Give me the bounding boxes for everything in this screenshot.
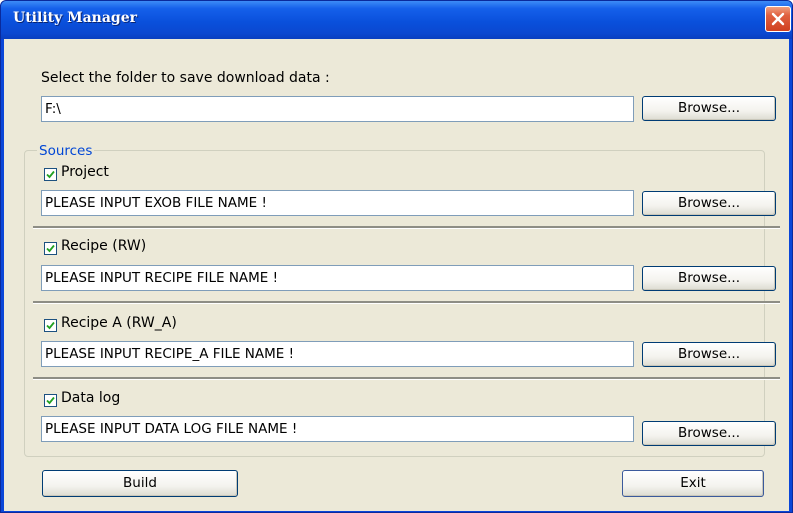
close-icon	[771, 12, 785, 26]
section-separator	[33, 226, 780, 229]
sources-group-label: Sources	[37, 143, 95, 159]
data-log-label: Data log	[61, 390, 121, 406]
data-log-checkbox[interactable]	[44, 394, 57, 407]
recipe-a-browse-button[interactable]: Browse...	[642, 342, 776, 367]
data-log-browse-button[interactable]: Browse...	[642, 421, 776, 446]
section-separator	[33, 301, 780, 304]
recipe-rw-label: Recipe (RW)	[61, 238, 147, 254]
recipe-rw-browse-button[interactable]: Browse...	[642, 266, 776, 291]
recipe-rw-checkbox[interactable]	[44, 242, 57, 255]
recipe-a-file-field[interactable]: PLEASE INPUT RECIPE_A FILE NAME !	[41, 341, 634, 367]
utility-manager-window: Utility Manager Select the folder to sav…	[0, 0, 793, 513]
recipe-rw-file-field[interactable]: PLEASE INPUT RECIPE FILE NAME !	[41, 265, 634, 291]
recipe-a-checkbox[interactable]	[44, 319, 57, 332]
checkmark-icon	[46, 321, 55, 330]
folder-prompt-label: Select the folder to save download data …	[41, 70, 330, 86]
checkmark-icon	[46, 170, 55, 179]
close-button[interactable]	[765, 6, 791, 32]
exit-button[interactable]: Exit	[622, 470, 764, 497]
folder-path-field[interactable]: F:\	[41, 96, 634, 122]
build-button[interactable]: Build	[42, 470, 238, 497]
project-file-field[interactable]: PLEASE INPUT EXOB FILE NAME !	[41, 190, 634, 216]
project-label: Project	[61, 164, 109, 180]
checkmark-icon	[46, 244, 55, 253]
project-browse-button[interactable]: Browse...	[642, 191, 776, 216]
section-separator	[33, 377, 780, 380]
checkmark-icon	[46, 396, 55, 405]
data-log-file-field[interactable]: PLEASE INPUT DATA LOG FILE NAME !	[41, 416, 634, 442]
dialog-client-area: Select the folder to save download data …	[4, 39, 789, 511]
window-title: Utility Manager	[13, 10, 137, 26]
title-bar[interactable]: Utility Manager	[1, 1, 792, 39]
recipe-a-label: Recipe A (RW_A)	[61, 315, 177, 331]
folder-browse-button[interactable]: Browse...	[642, 96, 776, 121]
project-checkbox[interactable]	[44, 168, 57, 181]
